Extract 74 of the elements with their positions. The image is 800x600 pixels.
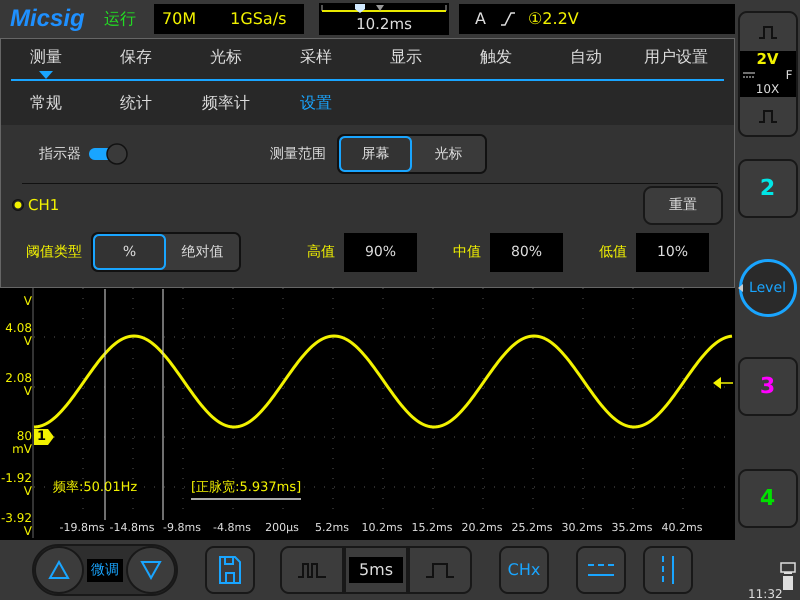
horizontal-cursor-icon [587, 562, 615, 578]
dc-coupling-icon [742, 72, 754, 78]
value-field[interactable]: 10% [636, 232, 709, 272]
bandwidth: 70M [162, 8, 196, 30]
timebase-value: 5ms [348, 557, 404, 583]
submenu-tab[interactable]: 频率计 [181, 81, 271, 125]
segment-option[interactable]: 屏幕 [339, 136, 412, 172]
menu-tab[interactable]: 触发 [451, 41, 541, 79]
timebase-position-bar-icon [321, 3, 447, 15]
measurement-readout[interactable]: [正脉宽:5.937ms] [191, 478, 302, 500]
submenu-tab[interactable]: 统计 [91, 81, 181, 125]
down-triangle-icon [140, 560, 162, 580]
y-axis-label: 2.08 V [4, 372, 32, 398]
menu-tab[interactable]: 测量 [1, 41, 91, 79]
sample-rate: 1GSa/s [230, 8, 286, 30]
run-state: 运行 [104, 8, 137, 30]
y-axis-label: -1.92 V [0, 472, 32, 498]
bandwidth-limit: F [786, 68, 792, 82]
trigger-mode: A [475, 8, 486, 30]
segment-option[interactable]: % [93, 234, 166, 270]
vertical-cursor-button[interactable] [643, 546, 693, 594]
reset-button[interactable]: 重置 [643, 186, 723, 224]
up-button[interactable] [34, 546, 84, 594]
save-icon [218, 555, 242, 585]
y-axis-label: 4.08 V [4, 322, 32, 348]
y-axis-label: -3.92 V [0, 512, 32, 538]
horizontal-position: 10.2ms [356, 15, 412, 33]
down-button[interactable] [126, 546, 176, 594]
wide-pulse-icon [425, 562, 455, 578]
fine-adjust-label: 微调 [87, 558, 123, 582]
channel-marker: 1 [34, 429, 54, 445]
channel-button[interactable]: 2 [738, 159, 798, 218]
value-field[interactable]: 90% [344, 232, 417, 272]
usb-storage-icon [779, 562, 797, 590]
radio-button[interactable] [12, 199, 24, 211]
submenu-tab[interactable]: 常规 [1, 81, 91, 125]
toggle-switch[interactable] [88, 143, 128, 165]
menu-tab[interactable]: 光标 [181, 41, 271, 79]
menu-tab[interactable]: 保存 [91, 41, 181, 79]
vertical-cursor-icon [660, 555, 676, 585]
rising-edge-icon [500, 12, 516, 26]
horizontal-cursor-button[interactable] [576, 546, 626, 594]
clock: 11:32 [748, 586, 783, 600]
y-axis-label: V [22, 295, 32, 308]
pulse-icon [758, 25, 778, 39]
pulse-icon [758, 109, 778, 123]
level-button[interactable]: Level [738, 259, 796, 317]
trigger-level: ①2.2V [528, 8, 579, 30]
channel-button[interactable]: 3 [738, 357, 798, 416]
threshold-label: 中值 [453, 242, 481, 262]
channel-select-button[interactable]: CHx [499, 546, 549, 594]
save-button[interactable] [205, 546, 255, 594]
channel-button[interactable]: 4 [738, 469, 798, 528]
left-arrow-icon [738, 284, 743, 292]
submenu-tab[interactable]: 设置 [271, 81, 361, 125]
menu-tab[interactable]: 用户设置 [631, 41, 721, 79]
channel-label: CH1 [28, 194, 60, 216]
value-field[interactable]: 80% [490, 232, 563, 272]
measure-range-label: 测量范围 [270, 144, 326, 164]
x-axis-label: -19.8ms [57, 520, 107, 536]
trigger-level-arrow-icon [713, 377, 733, 389]
channel-scale: 2V [756, 51, 779, 68]
up-triangle-icon [48, 560, 70, 580]
threshold-label: 高值 [307, 242, 335, 262]
menu-tab[interactable]: 显示 [361, 41, 451, 79]
pulse-train-icon [297, 562, 327, 578]
probe-ratio: 10X [756, 82, 780, 96]
threshold-label: 低值 [599, 242, 627, 262]
menu-tab[interactable]: 采样 [271, 41, 361, 79]
logo: Micsig [10, 4, 86, 34]
y-axis-label: 80 mV [11, 430, 32, 456]
threshold-type-label: 阈值类型 [26, 242, 82, 262]
menu-tab[interactable]: 自动 [541, 41, 631, 79]
indicator-label: 指示器 [39, 144, 81, 164]
